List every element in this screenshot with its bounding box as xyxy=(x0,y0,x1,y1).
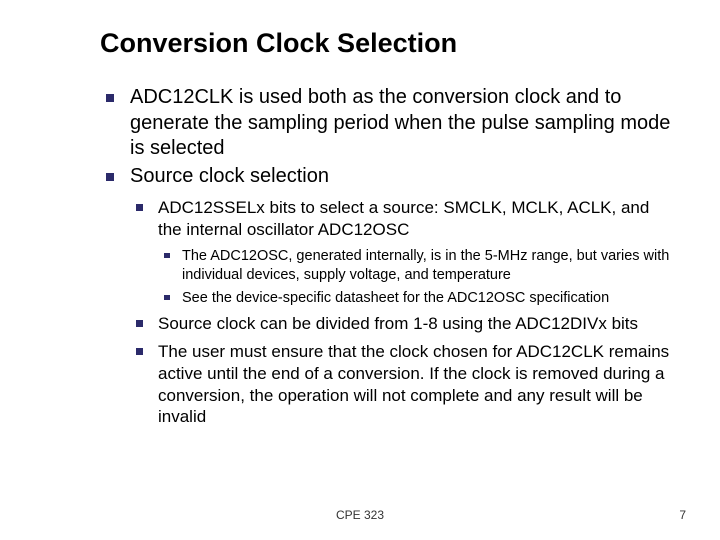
list-item: ADC12SSELx bits to select a source: SMCL… xyxy=(130,197,676,307)
list-item: Source clock selection ADC12SSELx bits t… xyxy=(100,164,676,428)
list-item: ADC12CLK is used both as the conversion … xyxy=(100,85,676,162)
bullet-text: Source clock selection xyxy=(130,165,329,187)
slide: Conversion Clock Selection ADC12CLK is u… xyxy=(0,0,720,540)
slide-title: Conversion Clock Selection xyxy=(100,28,676,59)
bullet-text: ADC12CLK is used both as the conversion … xyxy=(130,86,670,159)
bullet-text: See the device-specific datasheet for th… xyxy=(182,290,609,306)
list-item: Source clock can be divided from 1-8 usi… xyxy=(130,313,676,335)
bullet-text: The user must ensure that the clock chos… xyxy=(158,342,669,426)
footer-page-number: 7 xyxy=(679,508,686,522)
bullet-list-level2: ADC12SSELx bits to select a source: SMCL… xyxy=(130,197,676,428)
bullet-list-level3: The ADC12OSC, generated internally, is i… xyxy=(158,247,676,308)
bullet-text: Source clock can be divided from 1-8 usi… xyxy=(158,314,638,333)
bullet-list-level1: ADC12CLK is used both as the conversion … xyxy=(100,85,676,428)
footer-course: CPE 323 xyxy=(0,508,720,522)
bullet-text: The ADC12OSC, generated internally, is i… xyxy=(182,248,669,283)
list-item: The ADC12OSC, generated internally, is i… xyxy=(158,247,676,285)
list-item: See the device-specific datasheet for th… xyxy=(158,289,676,308)
list-item: The user must ensure that the clock chos… xyxy=(130,341,676,428)
bullet-text: ADC12SSELx bits to select a source: SMCL… xyxy=(158,198,649,239)
